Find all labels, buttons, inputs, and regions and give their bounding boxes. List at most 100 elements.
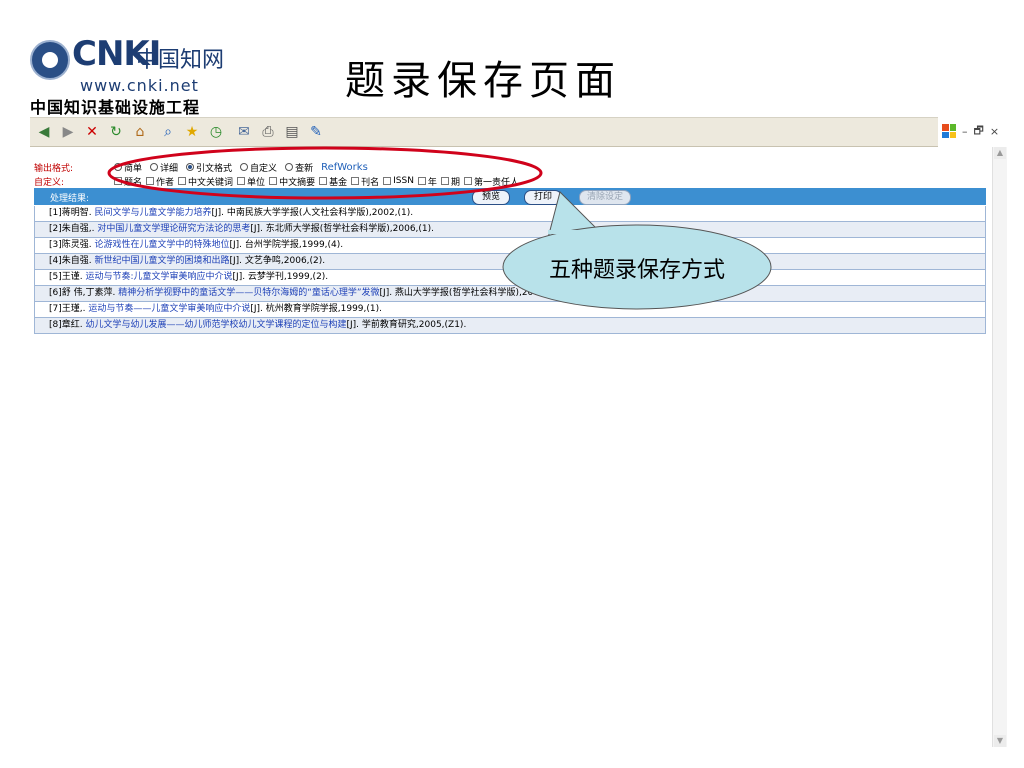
radio-icon — [150, 163, 159, 171]
citation-source: [J]. 台州学院学报,1999,(4). — [229, 240, 344, 250]
checkbox-icon — [146, 177, 155, 185]
field-checkbox-author[interactable]: 作者 — [146, 175, 174, 188]
minimize-button[interactable]: – — [962, 125, 968, 138]
list-item: [8]章红. 幼儿文学与幼儿发展——幼儿师范学校幼儿文学课程的定位与构建[J].… — [34, 318, 986, 334]
print-button[interactable]: 打印 — [524, 190, 562, 205]
result-header-bar: 处理结果: 预览 打印 清除设定 — [34, 188, 986, 205]
messenger-icon[interactable]: ✎ — [306, 122, 326, 142]
citation-title-link[interactable]: 运动与节奏——儿童文学审美响应中介说 — [88, 304, 250, 314]
citation-source: [J]. 杭州教育学院学报,1999,(1). — [250, 304, 382, 314]
citation-source: [J]. 云梦学刊,1999,(2). — [232, 272, 329, 282]
list-item: [7]王瑾,. 运动与节奏——儿童文学审美响应中介说[J]. 杭州教育学院学报,… — [34, 302, 986, 318]
scroll-up-icon[interactable]: ▲ — [994, 147, 1006, 159]
field-checkbox-issn[interactable]: ISSN — [383, 176, 414, 186]
format-radio-citation[interactable]: 引文格式 — [186, 161, 232, 174]
citation-author: [2]朱自强,. — [49, 224, 98, 234]
citation-author: [6]舒 伟,丁素萍. — [49, 288, 119, 298]
checkbox-label: ISSN — [393, 176, 414, 186]
vertical-scrollbar[interactable]: ▲ ▼ — [992, 147, 1007, 747]
radio-icon — [240, 163, 249, 171]
field-checkbox-affiliation[interactable]: 单位 — [237, 175, 265, 188]
field-checkbox-year[interactable]: 年 — [417, 175, 437, 188]
checkbox-label: 基金 — [329, 177, 348, 188]
logo-url: www.cnki.net — [80, 76, 199, 95]
citation-title-link[interactable]: 精神分析学视野中的童话文学——贝特尔海姆的“童话心理学”发微 — [118, 288, 379, 298]
citation-source: [J]. 中南民族大学学报(人文社会科学版),2002,(1). — [211, 208, 414, 218]
list-item: [1]蒋明智. 民间文学与儿童文学能力培养[J]. 中南民族大学学报(人文社会科… — [34, 206, 986, 222]
citation-author: [5]王谨. — [49, 272, 86, 282]
slide-title: 题录保存页面 — [345, 58, 621, 104]
field-checkbox-journal[interactable]: 刊名 — [351, 175, 379, 188]
favorites-icon[interactable]: ★ — [182, 122, 202, 142]
preview-button[interactable]: 预览 — [472, 190, 510, 205]
checkbox-label: 中文关键词 — [188, 177, 234, 188]
format-radio-novelty[interactable]: 查新 — [285, 161, 313, 174]
radio-label: 自定义 — [250, 163, 278, 174]
forward-icon[interactable]: ▶ — [58, 122, 78, 142]
checkbox-icon — [440, 177, 449, 185]
citation-source: [J]. 文艺争鸣,2006,(2). — [229, 256, 326, 266]
cnki-logo: CNKI 中国知网 www.cnki.net 中国知识基础设施工程 — [30, 34, 250, 117]
citation-author: [7]王瑾,. — [49, 304, 89, 314]
edit-icon[interactable]: ▤ — [282, 122, 302, 142]
radio-label: 查新 — [295, 163, 314, 174]
stop-icon[interactable]: ✕ — [82, 122, 102, 142]
back-icon[interactable]: ◀ — [34, 122, 54, 142]
history-icon[interactable]: ◷ — [206, 122, 226, 142]
checkbox-label: 中文摘要 — [279, 177, 316, 188]
list-item: [6]舒 伟,丁素萍. 精神分析学视野中的童话文学——贝特尔海姆的“童话心理学”… — [34, 286, 986, 302]
citation-source: [J]. 燕山大学学报(哲学社会科学版),2001,(1). — [379, 288, 564, 298]
search-icon[interactable]: ⌕ — [158, 122, 178, 142]
citation-title-link[interactable]: 民间文学与儿童文学能力培养 — [94, 208, 211, 218]
window-controls: – 🗗 × — [942, 117, 1002, 145]
citation-title-link[interactable]: 新世纪中国儿童文学的困境和出路 — [94, 256, 229, 266]
field-checkbox-title[interactable]: 题名 — [114, 175, 142, 188]
citation-title-link[interactable]: 论游戏性在儿童文学中的特殊地位 — [94, 240, 229, 250]
print-icon[interactable]: ⎙ — [258, 122, 278, 142]
format-radio-custom[interactable]: 自定义 — [240, 161, 277, 174]
citation-author: [4]朱自强. — [49, 256, 95, 266]
field-checkbox-issue[interactable]: 期 — [440, 175, 460, 188]
restore-button[interactable]: 🗗 — [974, 122, 984, 141]
checkbox-label: 年 — [427, 177, 437, 188]
clear-settings-button[interactable]: 清除设定 — [579, 190, 631, 205]
checkbox-icon — [463, 177, 472, 185]
field-checkbox-fund[interactable]: 基金 — [319, 175, 347, 188]
format-radio-simple[interactable]: 简单 — [114, 161, 142, 174]
scroll-down-icon[interactable]: ▼ — [994, 735, 1006, 747]
field-checkbox-abstract[interactable]: 中文摘要 — [269, 175, 315, 188]
checkbox-icon — [319, 177, 328, 185]
results-list: [1]蒋明智. 民间文学与儿童文学能力培养[J]. 中南民族大学学报(人文社会科… — [34, 206, 986, 334]
home-icon[interactable]: ⌂ — [130, 122, 150, 142]
mail-icon[interactable]: ✉ — [234, 122, 254, 142]
logo-cn-name: 中国知网 — [136, 48, 225, 73]
citation-title-link[interactable]: 运动与节奏:儿童文学审美响应中介说 — [85, 272, 232, 282]
refworks-link[interactable]: RefWorks — [321, 162, 368, 173]
citation-title-link[interactable]: 对中国儿童文学理论研究方法论的思考 — [97, 224, 250, 234]
callout-text: 五种题录保存方式 — [548, 258, 725, 283]
radio-icon — [285, 163, 294, 171]
citation-title-link[interactable]: 幼儿文学与幼儿发展——幼儿师范学校幼儿文学课程的定位与构建 — [85, 320, 346, 330]
radio-label: 引文格式 — [196, 163, 233, 174]
checkbox-icon — [417, 177, 426, 185]
custom-fields-row: 自定义: 题名 作者 中文关键词 单位 中文摘要 基金 刊名 ISSN 年 期 … — [34, 174, 986, 188]
refresh-icon[interactable]: ↻ — [106, 122, 126, 142]
close-button[interactable]: × — [990, 125, 999, 138]
output-format-label: 输出格式: — [34, 163, 74, 174]
checkbox-icon — [178, 177, 187, 185]
citation-author: [8]章红. — [49, 320, 86, 330]
windows-logo-icon — [942, 124, 956, 138]
citation-author: [1]蒋明智. — [49, 208, 95, 218]
field-checkbox-first-author[interactable]: 第一责任人 — [463, 175, 519, 188]
checkbox-label: 题名 — [124, 177, 143, 188]
list-item: [4]朱自强. 新世纪中国儿童文学的困境和出路[J]. 文艺争鸣,2006,(2… — [34, 254, 986, 270]
cnki-globe-icon — [30, 40, 70, 80]
field-checkbox-keywords[interactable]: 中文关键词 — [178, 175, 233, 188]
checkbox-icon — [237, 177, 246, 185]
checkbox-label: 作者 — [156, 177, 175, 188]
format-radio-detailed[interactable]: 详细 — [150, 161, 178, 174]
radio-label: 简单 — [124, 163, 143, 174]
list-item: [5]王谨. 运动与节奏:儿童文学审美响应中介说[J]. 云梦学刊,1999,(… — [34, 270, 986, 286]
citation-author: [3]陈灵强. — [49, 240, 95, 250]
checkbox-label: 第一责任人 — [473, 177, 519, 188]
